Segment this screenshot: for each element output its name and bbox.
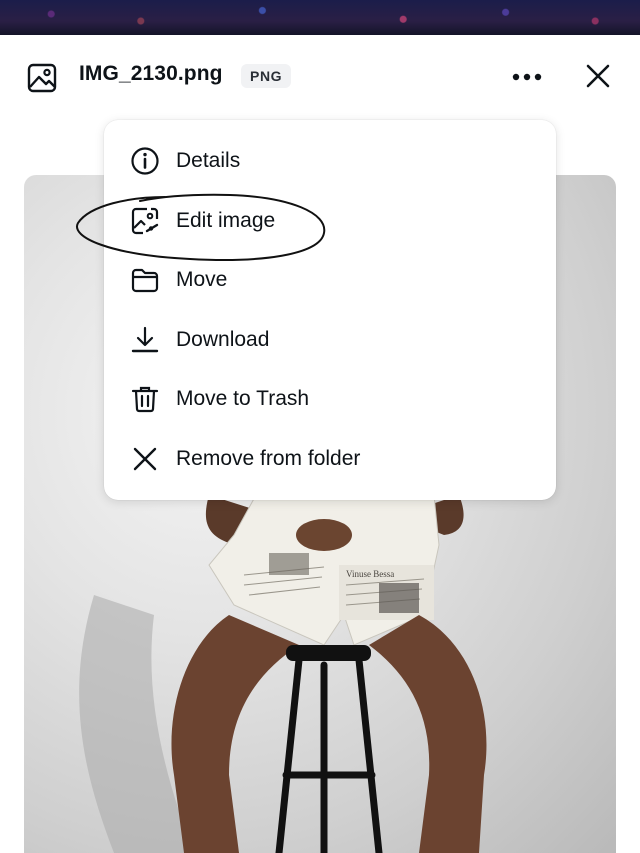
menu-item-label: Download [176, 328, 270, 351]
edit-image-icon [131, 207, 159, 235]
newspaper-headline: Vinuse Bessa [346, 569, 394, 579]
menu-item-move[interactable]: Move [104, 252, 556, 308]
close-button[interactable] [582, 60, 614, 92]
menu-item-label: Edit image [176, 209, 276, 232]
menu-item-edit-image[interactable]: Edit image [104, 193, 556, 249]
menu-item-label: Move to Trash [176, 387, 310, 410]
close-icon [133, 447, 157, 471]
image-file-icon [27, 63, 57, 93]
download-icon [131, 326, 159, 353]
trash-icon [131, 386, 159, 413]
menu-item-remove-from-folder[interactable]: Remove from folder [104, 431, 556, 487]
info-icon [131, 147, 159, 175]
menu-item-label: Details [176, 149, 241, 172]
menu-item-download[interactable]: Download [104, 312, 556, 368]
file-name: IMG_2130.png [79, 62, 223, 85]
menu-item-details[interactable]: Details [104, 133, 556, 189]
file-type-badge: PNG [241, 64, 292, 88]
background-photo-strip [0, 0, 640, 35]
more-options-button[interactable] [507, 63, 547, 91]
menu-item-move-to-trash[interactable]: Move to Trash [104, 371, 556, 427]
context-menu: Details Edit image Move Download Move to… [104, 120, 556, 500]
menu-item-label: Remove from folder [176, 447, 361, 470]
file-header: IMG_2130.png PNG [0, 35, 640, 119]
folder-icon [131, 268, 159, 293]
menu-item-label: Move [176, 268, 228, 291]
